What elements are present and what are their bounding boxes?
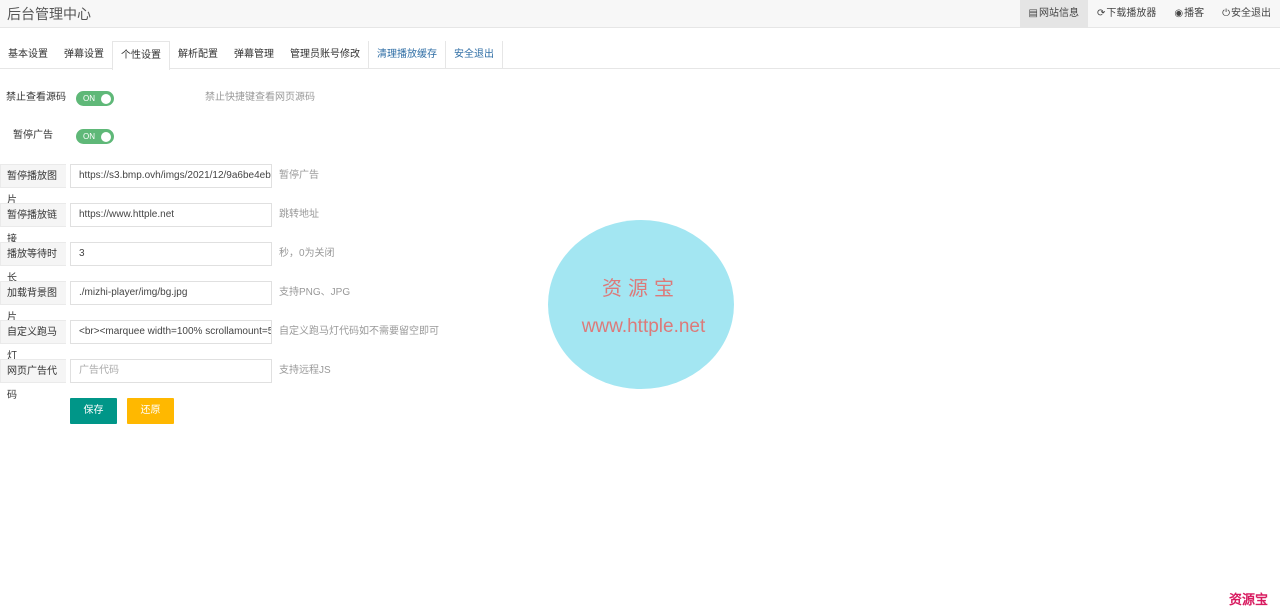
globe-icon: ◉ (1174, 8, 1184, 19)
switch-text: ON (83, 132, 95, 141)
form-row-pause-link: 暂停播放链接 https://www.httple.net 跳转地址 (0, 203, 700, 245)
pause-image-input[interactable]: https://s3.bmp.ovh/imgs/2021/12/9a6be4eb… (70, 164, 272, 188)
refresh-icon: ⟳ (1096, 8, 1106, 19)
top-bar: 后台管理中心 ▤ 网站信息 ⟳ 下载播放器 ◉ 播客 ⏻ 安全退出 (0, 0, 1280, 28)
tab-admin-account[interactable]: 管理员账号修改 (282, 41, 368, 69)
settings-tabs: 基本设置 弹幕设置 个性设置 解析配置 弹幕管理 管理员账号修改 清理播放缓存 … (0, 41, 1280, 70)
topnav-logout[interactable]: ⏻ 安全退出 (1213, 0, 1280, 28)
topnav-label: 网站信息 (1038, 8, 1079, 19)
field-label: 暂停播放图片 (0, 164, 66, 206)
tab-basic-settings[interactable]: 基本设置 (0, 41, 56, 69)
watermark-circle (548, 220, 734, 389)
field-hint: 支持PNG、JPG (279, 287, 351, 298)
switch-text: ON (83, 94, 95, 103)
field-hint: 跳转地址 (279, 209, 319, 220)
field-hint: 支持远程JS (279, 365, 331, 376)
pause-link-input[interactable]: https://www.httple.net (70, 203, 272, 227)
tab-clear-cache[interactable]: 清理播放缓存 (368, 41, 445, 69)
field-label: 自定义跑马灯 (0, 320, 66, 362)
field-hint: 暂停广告 (279, 170, 319, 181)
field-hint: 禁止快捷键查看网页源码 (205, 92, 315, 103)
field-label: 播放等待时长 (0, 242, 66, 284)
marquee-input[interactable]: <br><marquee width=100% scrollamount=5 (70, 320, 272, 344)
topnav-blog[interactable]: ◉ 播客 (1165, 0, 1213, 28)
app-title: 后台管理中心 (7, 6, 91, 22)
save-button[interactable]: 保存 (70, 398, 117, 424)
switch-knob (101, 131, 111, 142)
power-icon: ⏻ (1222, 8, 1230, 19)
ad-code-input[interactable]: 广告代码 (70, 359, 272, 383)
switch-knob (101, 93, 111, 104)
field-label: 暂停广告 (13, 130, 53, 141)
field-label: 暂停播放链接 (0, 203, 66, 245)
field-label: 禁止查看源码 (6, 92, 66, 103)
form-row-source-block: 禁止查看源码 ON 禁止快捷键查看网页源码 (0, 86, 700, 110)
topnav-label: 安全退出 (1231, 8, 1271, 19)
pause-ad-toggle[interactable]: ON (76, 129, 114, 144)
field-hint: 自定义跑马灯代码如不需要留空即可 (279, 326, 439, 337)
wait-time-input[interactable]: 3 (70, 242, 272, 266)
topnav-label: 播客 (1184, 8, 1205, 19)
topnav-site-info[interactable]: ▤ 网站信息 (1019, 0, 1088, 28)
tab-safe-logout[interactable]: 安全退出 (445, 41, 503, 69)
tab-personal-settings[interactable]: 个性设置 (112, 41, 170, 70)
watermark-title: 资源宝 (602, 278, 680, 300)
field-hint: 秒，0为关闭 (279, 248, 335, 259)
topnav-download-player[interactable]: ⟳ 下载播放器 (1088, 0, 1165, 28)
tab-parse-config[interactable]: 解析配置 (170, 41, 226, 69)
corner-watermark: 资源宝 (1228, 592, 1268, 607)
form-row-pause-image: 暂停播放图片 https://s3.bmp.ovh/imgs/2021/12/9… (0, 164, 700, 206)
bg-image-input[interactable]: ./mizhi-player/img/bg.jpg (70, 281, 272, 305)
field-label: 加载背景图片 (0, 281, 66, 323)
field-label: 网页广告代码 (0, 359, 66, 401)
form-row-pause-ad: 暂停广告 ON (0, 124, 700, 148)
top-nav: ▤ 网站信息 ⟳ 下载播放器 ◉ 播客 ⏻ 安全退出 (1019, 0, 1280, 28)
tab-danmaku-settings[interactable]: 弹幕设置 (56, 41, 112, 69)
source-block-toggle[interactable]: ON (76, 91, 114, 106)
tab-danmaku-manage[interactable]: 弹幕管理 (226, 41, 282, 69)
watermark-url: www.httple.net (581, 316, 706, 337)
reset-button[interactable]: 还原 (127, 398, 174, 424)
topnav-label: 下载播放器 (1106, 8, 1157, 19)
monitor-icon: ▤ (1028, 8, 1038, 19)
